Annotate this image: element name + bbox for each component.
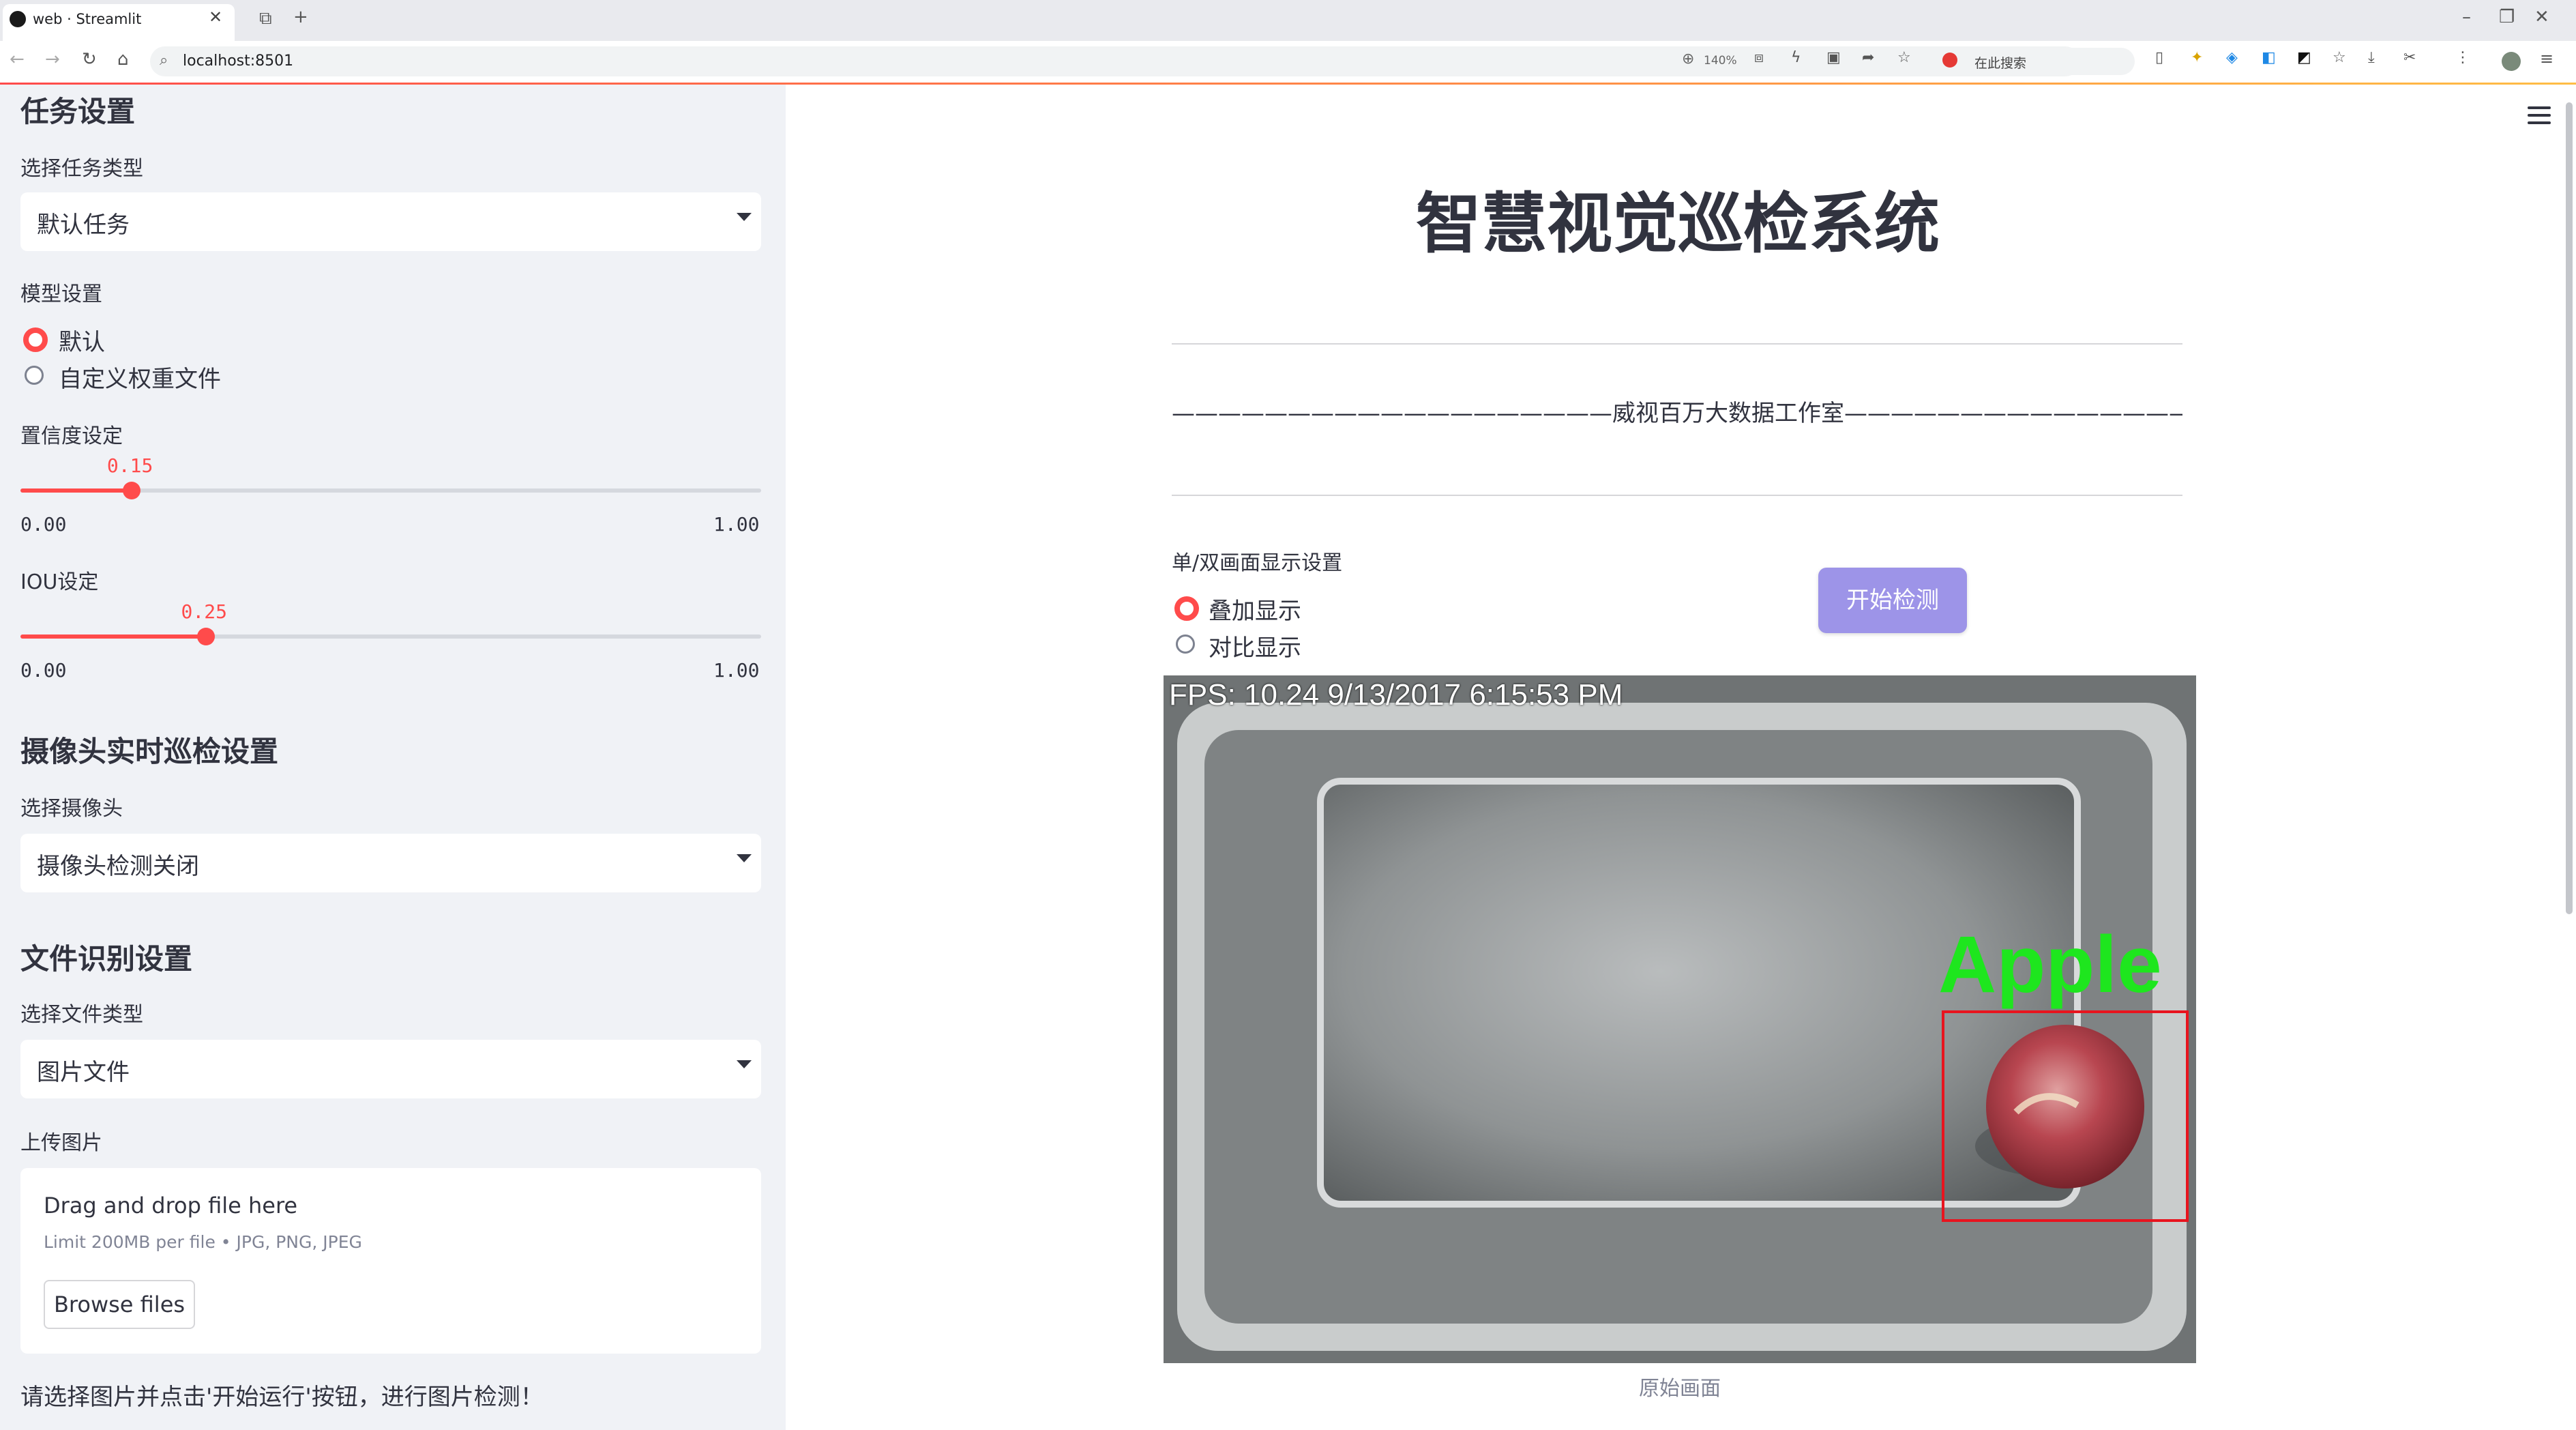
minimize-icon[interactable]: – [2462, 7, 2471, 27]
screenshot-icon[interactable]: ▣ [1826, 49, 1841, 66]
start-detection-button[interactable]: 开始检测 [1818, 568, 1967, 633]
page-search-icon: ⌕ [160, 52, 168, 69]
home-icon[interactable]: ⌂ [117, 49, 129, 70]
confidence-slider-fill [20, 488, 132, 493]
mobile-icon[interactable]: ▯ [2155, 49, 2163, 66]
extension-4-icon[interactable]: ◩ [2297, 49, 2311, 66]
reload-icon[interactable]: ↻ [82, 49, 97, 70]
model-default-label[interactable]: 默认 [59, 323, 105, 357]
forward-icon[interactable]: → [45, 49, 60, 70]
new-tab-icon[interactable]: + [293, 7, 308, 27]
task-type-value: 默认任务 [37, 211, 130, 239]
task-type-select[interactable]: 默认任务 [20, 192, 761, 251]
divider [1172, 495, 2182, 496]
search-engine-icon[interactable] [1942, 53, 1957, 68]
compare-display-label[interactable]: 对比显示 [1209, 629, 1301, 662]
download-icon[interactable]: ⤓ [2368, 49, 2375, 66]
browser-menu-icon[interactable]: ≡ [2540, 49, 2553, 68]
extension-2-icon[interactable]: ◈ [2226, 49, 2238, 66]
cut-icon[interactable]: ✂ [2403, 49, 2416, 66]
zoom-icon[interactable]: ⊕ [1682, 50, 1694, 68]
chevron-down-icon [737, 854, 752, 862]
upload-hint: 请选择图片并点击'开始运行'按钮，进行图片检测！ [20, 1384, 544, 1411]
chevron-down-icon [737, 1060, 752, 1068]
confidence-max: 1.00 [713, 513, 760, 536]
confidence-label: 置信度设定 [20, 424, 123, 448]
browser-search-field[interactable] [1930, 48, 2135, 75]
task-settings-header: 任务设置 [20, 95, 136, 128]
iou-label: IOU设定 [20, 570, 99, 594]
divider [1172, 343, 2182, 345]
iou-slider-thumb[interactable] [196, 628, 215, 645]
tab-close-icon[interactable]: ✕ [209, 8, 222, 27]
camera-select[interactable]: 摄像头检测关闭 [20, 834, 761, 892]
url-text[interactable]: localhost:8501 [183, 53, 293, 70]
display-mode-label: 单/双画面显示设置 [1172, 551, 1343, 575]
scrollbar[interactable] [2566, 102, 2573, 914]
favorites-icon[interactable]: ☆ [2333, 49, 2346, 66]
iou-value: 0.25 [181, 600, 227, 623]
file-type-label: 选择文件类型 [20, 1003, 143, 1027]
camera-select-value: 摄像头检测关闭 [37, 853, 199, 880]
compare-display-radio[interactable] [1176, 634, 1195, 654]
file-type-value: 图片文件 [37, 1059, 130, 1086]
confidence-min: 0.00 [20, 513, 67, 536]
file-type-select[interactable]: 图片文件 [20, 1040, 761, 1098]
extension-icon[interactable]: ✦ [2191, 49, 2203, 66]
chevron-down-icon [737, 213, 752, 221]
overlay-display-radio[interactable] [1174, 596, 1199, 621]
translate-icon[interactable]: ⧈ [1754, 49, 1764, 66]
camera-image [1164, 675, 2196, 1363]
browse-files-button[interactable]: Browse files [44, 1280, 195, 1329]
confidence-value: 0.15 [106, 454, 153, 477]
browser-tab-bar [0, 0, 2576, 41]
iou-slider-fill [20, 634, 206, 639]
bookmark-star-icon[interactable]: ☆ [1897, 49, 1911, 66]
window-close-icon[interactable]: ✕ [2534, 7, 2549, 27]
image-caption: 原始画面 [1639, 1377, 1721, 1401]
lightning-icon[interactable]: ϟ [1791, 49, 1801, 66]
zoom-level[interactable]: 140% [1704, 54, 1737, 68]
detection-frame: FPS: 10.24 9/13/2017 6:15:53 PM Apple [1164, 675, 2196, 1363]
iou-min: 0.00 [20, 659, 67, 682]
tab-actions-icon[interactable]: ⧉ [259, 8, 272, 29]
restore-icon[interactable]: ❐ [2499, 7, 2515, 27]
detection-class-label: Apple [1938, 920, 2162, 1010]
model-custom-radio[interactable] [25, 366, 44, 385]
model-custom-label[interactable]: 自定义权重文件 [59, 360, 221, 394]
profile-avatar[interactable] [2502, 52, 2521, 71]
upload-label: 上传图片 [20, 1131, 102, 1155]
hamburger-menu-icon[interactable] [2528, 106, 2551, 129]
extension-3-icon[interactable]: ◧ [2262, 49, 2276, 66]
file-settings-header: 文件识别设置 [20, 942, 193, 976]
overlay-display-label[interactable]: 叠加显示 [1209, 592, 1301, 626]
page-title: 智慧视觉巡检系统 [1416, 186, 1940, 262]
browser-search-placeholder[interactable]: 在此搜索 [1974, 53, 2026, 72]
more-icon[interactable]: ⋮ [2455, 49, 2470, 66]
tab-title: web · Streamlit [33, 11, 142, 27]
streamlit-favicon-icon [10, 11, 26, 27]
confidence-slider-thumb[interactable] [122, 482, 140, 499]
back-icon[interactable]: ← [10, 49, 25, 70]
video-fps-overlay: FPS: 10.24 9/13/2017 6:15:53 PM [1169, 678, 1623, 712]
studio-banner: ———————————————————威视百万大数据工作室———————————… [1172, 400, 2182, 427]
dropzone-title: Drag and drop file here [44, 1193, 298, 1219]
camera-settings-header: 摄像头实时巡检设置 [20, 735, 279, 768]
dropzone-limit: Limit 200MB per file • JPG, PNG, JPEG [44, 1232, 362, 1252]
camera-select-label: 选择摄像头 [20, 797, 123, 821]
model-settings-label: 模型设置 [20, 282, 102, 306]
task-type-label: 选择任务类型 [20, 157, 143, 181]
iou-slider-track[interactable] [20, 634, 761, 639]
model-default-radio[interactable] [23, 327, 48, 352]
share-icon[interactable]: ➦ [1862, 49, 1874, 66]
iou-max: 1.00 [713, 659, 760, 682]
